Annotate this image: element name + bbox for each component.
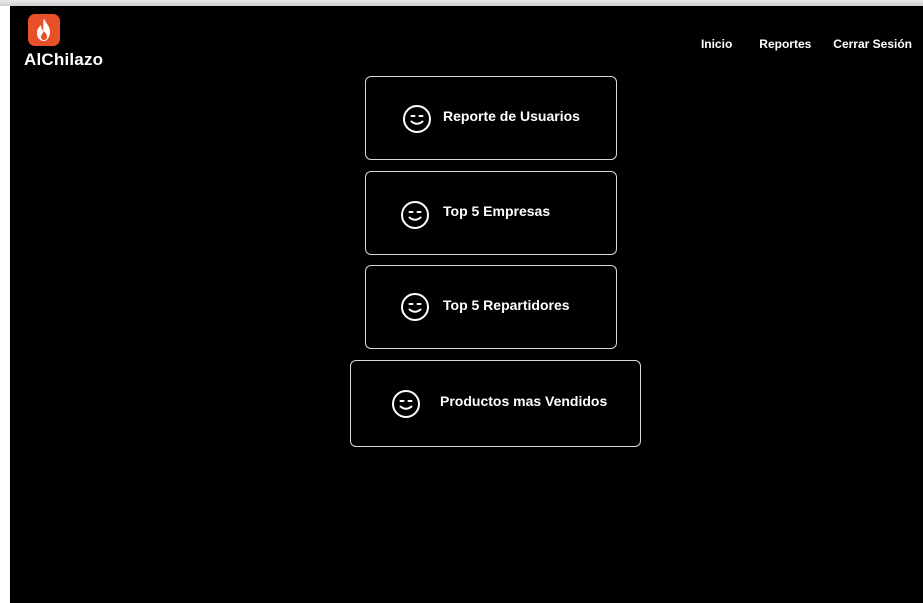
flame-icon bbox=[28, 14, 60, 46]
nav-reportes[interactable]: Reportes bbox=[759, 37, 811, 51]
smile-icon bbox=[392, 390, 420, 418]
report-card-label: Top 5 Repartidores bbox=[443, 297, 570, 313]
smile-icon bbox=[401, 293, 429, 321]
report-card-label: Reporte de Usuarios bbox=[443, 108, 580, 124]
report-card-usuarios[interactable]: Reporte de Usuarios bbox=[365, 76, 617, 160]
report-card-label: Top 5 Empresas bbox=[443, 203, 551, 219]
smile-icon bbox=[403, 105, 431, 133]
top-nav: Inicio Reportes Cerrar Sesión bbox=[701, 37, 912, 51]
report-card-empresas[interactable]: Top 5 Empresas bbox=[365, 171, 617, 255]
report-card-productos[interactable]: Productos mas Vendidos bbox=[350, 360, 641, 447]
nav-cerrar-sesion[interactable]: Cerrar Sesión bbox=[833, 37, 912, 51]
nav-inicio[interactable]: Inicio bbox=[701, 37, 732, 51]
brand-name: AlChilazo bbox=[24, 50, 104, 69]
brand[interactable]: AlChilazo bbox=[24, 14, 124, 74]
report-card-repartidores[interactable]: Top 5 Repartidores bbox=[365, 265, 617, 349]
report-card-label: Productos mas Vendidos bbox=[440, 393, 608, 409]
app-window: AlChilazo Inicio Reportes Cerrar Sesión … bbox=[10, 6, 923, 603]
smile-icon bbox=[401, 201, 429, 229]
